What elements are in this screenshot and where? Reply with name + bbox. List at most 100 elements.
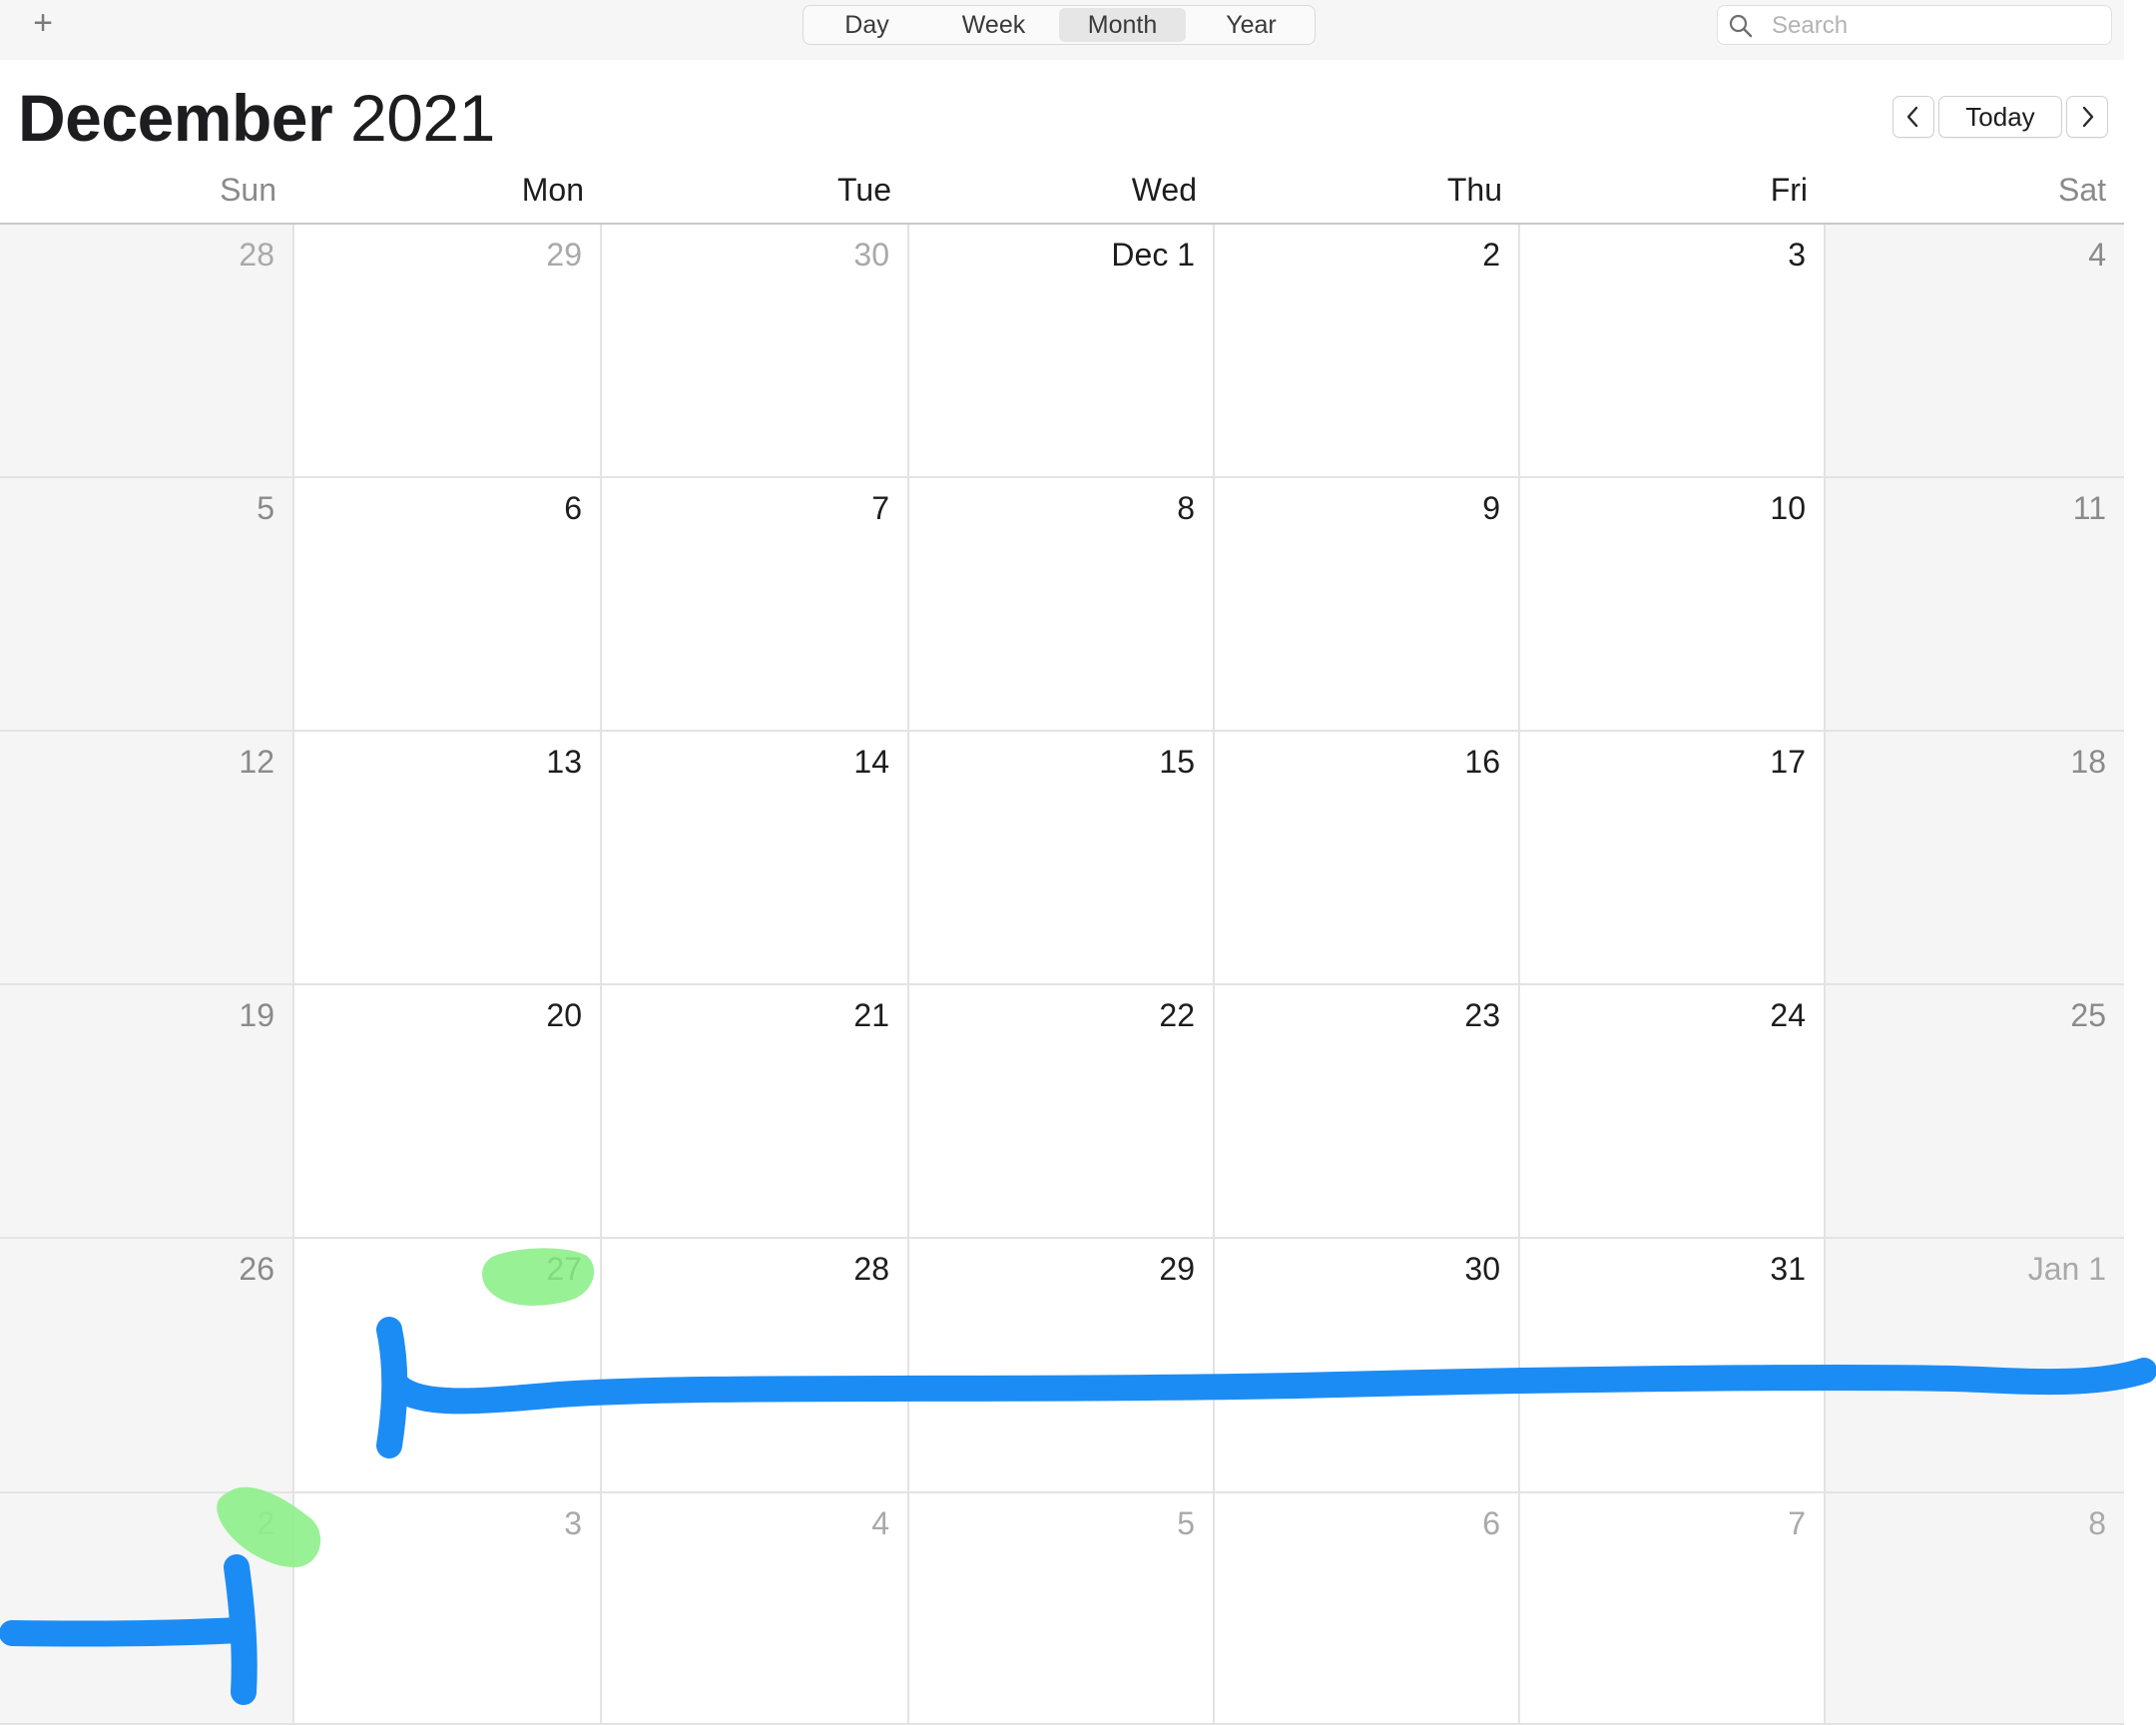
view-switcher: Day Week Month Year <box>803 5 1316 45</box>
day-number: 7 <box>1788 1505 1806 1541</box>
chevron-right-icon <box>2082 106 2094 128</box>
day-number: 4 <box>2088 237 2106 273</box>
weekday-tue: Tue <box>837 172 891 208</box>
day-cell[interactable]: 24 <box>1520 985 1826 1239</box>
day-cell[interactable]: 26 <box>0 1239 294 1493</box>
day-cell[interactable]: 29 <box>294 225 602 478</box>
day-number: 30 <box>853 237 889 273</box>
day-cell[interactable]: 3 <box>294 1493 602 1725</box>
day-number: 21 <box>853 997 889 1033</box>
search-field[interactable] <box>1717 5 2112 46</box>
day-number: 30 <box>1464 1251 1500 1287</box>
day-cell[interactable]: 30 <box>602 225 909 478</box>
day-number: 14 <box>853 744 889 780</box>
day-cell[interactable]: 4 <box>1826 225 2124 478</box>
page-title: December 2021 <box>18 82 495 154</box>
tab-day[interactable]: Day <box>804 6 930 44</box>
search-icon <box>1729 14 1753 38</box>
day-cell[interactable]: 25 <box>1826 985 2124 1239</box>
day-number: 6 <box>1482 1505 1500 1541</box>
day-cell[interactable]: 28 <box>0 225 294 478</box>
weekday-sat: Sat <box>2057 172 2106 208</box>
today-button[interactable]: Today <box>1938 96 2062 138</box>
plus-icon[interactable]: + <box>26 6 60 40</box>
day-number: 27 <box>546 1251 582 1287</box>
tab-year[interactable]: Year <box>1188 6 1315 44</box>
day-cell[interactable]: 29 <box>909 1239 1215 1493</box>
day-cell[interactable]: 6 <box>1215 1493 1520 1725</box>
day-number: 9 <box>1482 490 1500 526</box>
day-number: 24 <box>1770 997 1806 1033</box>
day-cell[interactable]: 21 <box>602 985 909 1239</box>
day-cell[interactable]: Dec 1 <box>909 225 1215 478</box>
day-cell[interactable]: 8 <box>1826 1493 2124 1725</box>
day-cell[interactable]: 2 <box>1215 225 1520 478</box>
day-cell[interactable]: 6 <box>294 478 602 732</box>
day-number: 19 <box>239 997 274 1033</box>
day-number: 13 <box>546 744 582 780</box>
day-number: 8 <box>1177 490 1195 526</box>
day-cell[interactable]: 15 <box>909 732 1215 985</box>
toolbar: + Day Week Month Year <box>0 0 2124 60</box>
day-cell[interactable]: 2 <box>0 1493 294 1725</box>
next-month-button[interactable] <box>2066 96 2108 138</box>
day-number: 3 <box>564 1505 582 1541</box>
day-cell[interactable]: 30 <box>1215 1239 1520 1493</box>
day-number: 5 <box>257 490 274 526</box>
day-cell[interactable]: 19 <box>0 985 294 1239</box>
weekday-wed: Wed <box>1131 172 1197 208</box>
day-cell[interactable]: 16 <box>1215 732 1520 985</box>
day-number: 26 <box>239 1251 274 1287</box>
date-navigation: Today <box>1892 96 2108 138</box>
day-number: 12 <box>239 744 274 780</box>
day-number: Jan 1 <box>2027 1251 2106 1287</box>
day-number: 5 <box>1177 1505 1195 1541</box>
tab-week[interactable]: Week <box>930 6 1057 44</box>
weekday-fri: Fri <box>1770 172 1808 208</box>
day-cell[interactable]: 7 <box>602 478 909 732</box>
day-number: 17 <box>1770 744 1806 780</box>
day-number: 28 <box>853 1251 889 1287</box>
day-cell[interactable]: 11 <box>1826 478 2124 732</box>
weekday-header: Sun Mon Tue Wed Thu Fri Sat <box>0 160 2124 224</box>
day-cell[interactable]: Jan 1 <box>1826 1239 2124 1493</box>
day-number: 10 <box>1770 490 1806 526</box>
day-number: 3 <box>1788 237 1806 273</box>
day-cell[interactable]: 8 <box>909 478 1215 732</box>
day-cell[interactable]: 18 <box>1826 732 2124 985</box>
day-cell[interactable]: 3 <box>1520 225 1826 478</box>
day-number: 6 <box>564 490 582 526</box>
day-number: 29 <box>1159 1251 1195 1287</box>
day-cell[interactable]: 4 <box>602 1493 909 1725</box>
day-cell[interactable]: 13 <box>294 732 602 985</box>
tab-month[interactable]: Month <box>1059 8 1186 42</box>
day-number: 15 <box>1159 744 1195 780</box>
day-cell[interactable]: 10 <box>1520 478 1826 732</box>
day-cell[interactable]: 23 <box>1215 985 1520 1239</box>
day-number: 16 <box>1464 744 1500 780</box>
day-cell[interactable]: 14 <box>602 732 909 985</box>
search-input[interactable] <box>1770 6 2103 46</box>
day-cell[interactable]: 17 <box>1520 732 1826 985</box>
day-number: 11 <box>2072 490 2106 526</box>
day-number: Dec 1 <box>1111 237 1195 273</box>
day-cell[interactable]: 5 <box>0 478 294 732</box>
day-cell[interactable]: 7 <box>1520 1493 1826 1725</box>
day-cell[interactable]: 5 <box>909 1493 1215 1725</box>
day-cell[interactable]: 22 <box>909 985 1215 1239</box>
day-cell[interactable]: 12 <box>0 732 294 985</box>
day-number: 2 <box>1482 237 1500 273</box>
day-number: 28 <box>239 237 274 273</box>
day-number: 20 <box>546 997 582 1033</box>
day-cell[interactable]: 28 <box>602 1239 909 1493</box>
day-cell[interactable]: 27 <box>294 1239 602 1493</box>
day-cell[interactable]: 20 <box>294 985 602 1239</box>
day-number: 4 <box>871 1505 889 1541</box>
year-label: 2021 <box>350 81 495 155</box>
day-cell[interactable]: 9 <box>1215 478 1520 732</box>
day-number: 23 <box>1464 997 1500 1033</box>
day-number: 31 <box>1770 1251 1806 1287</box>
previous-month-button[interactable] <box>1892 96 1934 138</box>
day-cell[interactable]: 31 <box>1520 1239 1826 1493</box>
day-number: 22 <box>1159 997 1195 1033</box>
